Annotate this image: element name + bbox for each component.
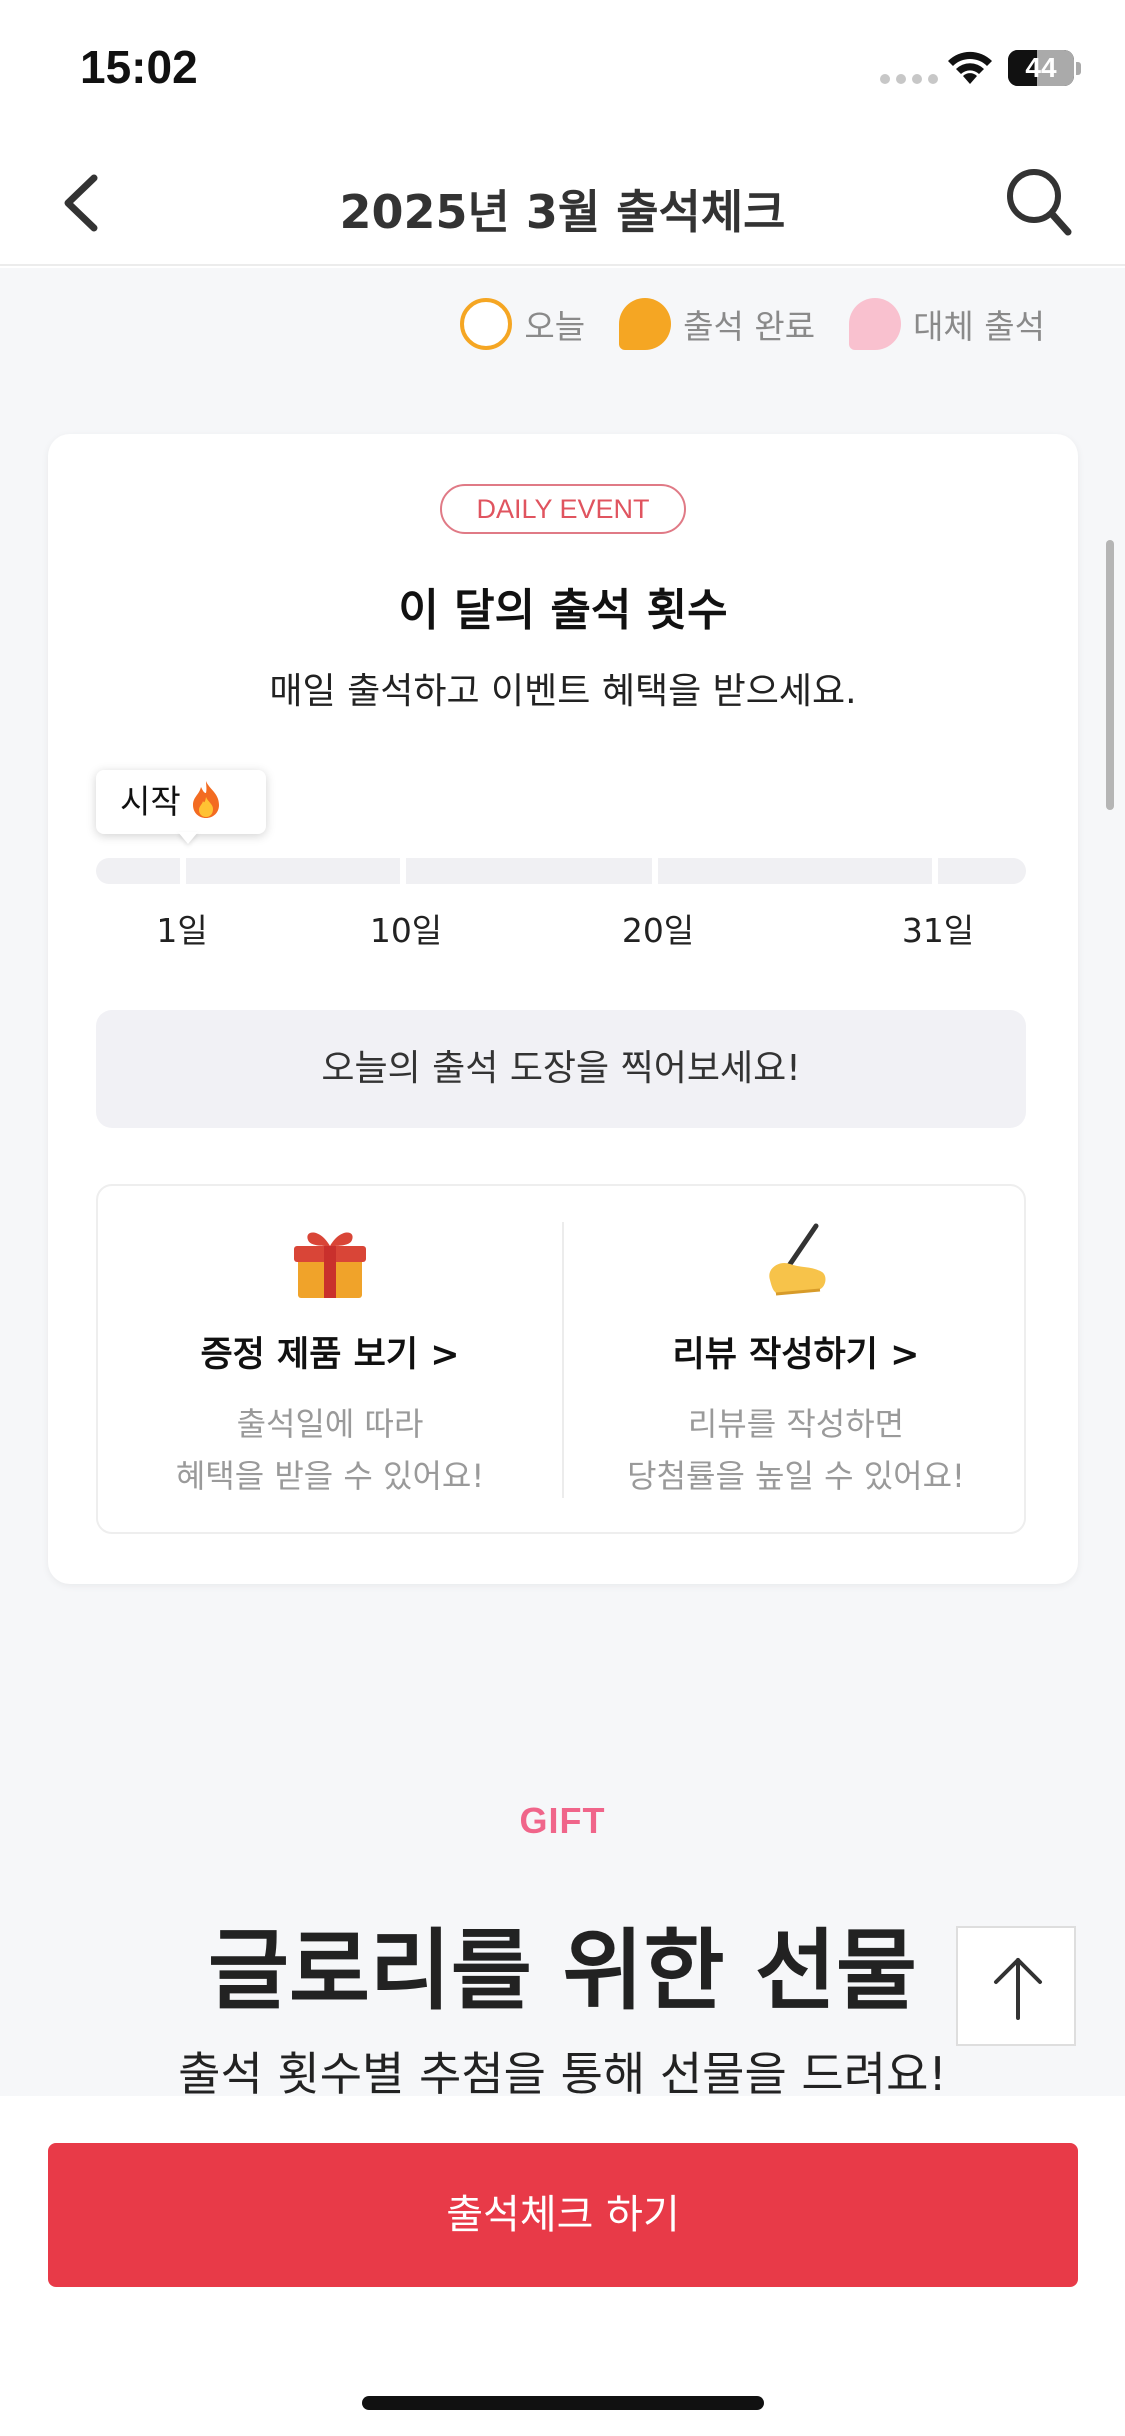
- tick-label-20: 20일: [621, 911, 695, 950]
- gift-section-label: GIFT: [519, 1800, 606, 1841]
- write-review-title: 리뷰 작성하기 >: [672, 1335, 920, 1375]
- desc-line: 리뷰를 작성하면: [687, 1405, 905, 1443]
- start-tooltip-label: 시작: [120, 782, 181, 821]
- progress-segment: [938, 858, 1026, 884]
- battery-percent: 44: [1025, 52, 1057, 83]
- desc-line: 당첨률을 높일 수 있어요!: [627, 1457, 965, 1495]
- done-stamp-icon: [619, 298, 672, 350]
- card-title: 이 달의 출석 횟수: [398, 585, 728, 636]
- daily-event-badge: DAILY EVENT: [440, 484, 686, 534]
- battery-icon: 44: [1008, 50, 1074, 86]
- progress-segment: [96, 858, 180, 884]
- attendance-progress-bar: [96, 858, 1026, 884]
- gift-section-subtitle: 출석 횟수별 추첨을 통해 선물을 드려요!: [178, 2047, 947, 2100]
- progress-segment: [406, 858, 652, 884]
- page-title: 2025년 3월 출석체크: [339, 185, 786, 239]
- fire-icon: [192, 781, 219, 818]
- write-review-desc: 리뷰를 작성하면 당첨률을 높일 수 있어요!: [564, 1398, 1028, 1502]
- progress-segment: [658, 858, 932, 884]
- attendance-card: DAILY EVENT 이 달의 출석 횟수 매일 출석하고 이벤트 혜택을 받…: [48, 434, 1078, 1584]
- check-in-button[interactable]: 출석체크 하기: [48, 2143, 1078, 2287]
- view-gift-products-title: 증정 제품 보기 >: [200, 1335, 460, 1375]
- calendar-legend: 오늘 출석 완료 대체 출석: [426, 298, 1045, 350]
- search-icon[interactable]: [1004, 164, 1074, 240]
- status-time: 15:02: [80, 41, 198, 93]
- start-tooltip: 시작: [96, 770, 266, 834]
- nav-bar: 2025년 3월 출석체크: [0, 140, 1125, 266]
- tick-label-1: 1일: [156, 911, 208, 950]
- tooltip-arrow: [178, 832, 198, 844]
- legend-substitute-label: 대체 출석: [913, 307, 1045, 346]
- benefit-links: 증정 제품 보기 > 출석일에 따라 혜택을 받을 수 있어요! 리뷰 작성하기…: [96, 1184, 1026, 1534]
- legend-done-label: 출석 완료: [683, 307, 816, 346]
- tick-label-31: 31일: [901, 911, 975, 950]
- card-subtitle: 매일 출석하고 이벤트 혜택을 받으세요.: [269, 671, 857, 712]
- wifi-icon: [948, 51, 992, 84]
- legend-substitute: 대체 출석: [849, 298, 1045, 350]
- gift-icon: [294, 1232, 366, 1298]
- substitute-stamp-icon: [849, 298, 902, 350]
- arrow-up-icon: [994, 1958, 1042, 2020]
- today-circle-icon: [460, 298, 513, 350]
- stamp-prompt[interactable]: 오늘의 출석 도장을 찍어보세요!: [96, 1010, 1026, 1128]
- desc-line: 혜택을 받을 수 있어요!: [175, 1457, 485, 1495]
- writing-hand-icon: [769, 1223, 826, 1296]
- cellular-signal-icon: [880, 74, 938, 84]
- view-gift-products-desc: 출석일에 따라 혜택을 받을 수 있어요!: [98, 1398, 562, 1502]
- battery-cap: [1076, 62, 1081, 75]
- write-review-link[interactable]: 리뷰 작성하기 > 리뷰를 작성하면 당첨률을 높일 수 있어요!: [564, 1186, 1028, 1532]
- home-indicator[interactable]: [362, 2396, 764, 2410]
- legend-today: 오늘: [460, 298, 585, 350]
- tick-label-10: 10일: [369, 911, 443, 950]
- desc-line: 출석일에 따라: [236, 1405, 424, 1443]
- status-bar: 15:02 44: [0, 0, 1125, 140]
- view-gift-products-link[interactable]: 증정 제품 보기 > 출석일에 따라 혜택을 받을 수 있어요!: [98, 1186, 562, 1532]
- scrollbar[interactable]: [1106, 540, 1114, 810]
- scroll-to-top-button[interactable]: [956, 1926, 1076, 2046]
- legend-today-label: 오늘: [524, 307, 586, 346]
- legend-done: 출석 완료: [619, 298, 815, 350]
- progress-segment: [186, 858, 400, 884]
